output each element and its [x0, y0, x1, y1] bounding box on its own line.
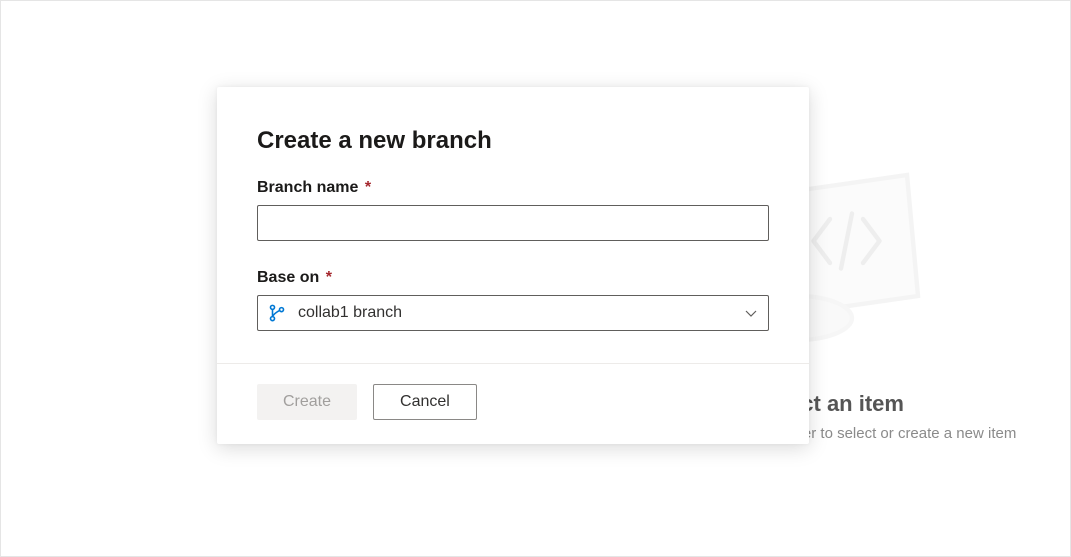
required-marker: * — [326, 269, 332, 286]
base-on-label: Base on * — [257, 269, 769, 287]
dialog-title: Create a new branch — [257, 127, 769, 155]
branch-icon — [268, 304, 286, 322]
base-on-field: Base on * collab1 branch — [257, 269, 769, 331]
branch-name-input[interactable] — [257, 205, 769, 241]
dialog-body: Create a new branch Branch name * Base o… — [217, 87, 809, 363]
cancel-button[interactable]: Cancel — [373, 384, 477, 420]
dialog-footer: Create Cancel — [217, 363, 809, 444]
branch-name-label: Branch name * — [257, 179, 769, 197]
branch-name-field: Branch name * — [257, 179, 769, 241]
chevron-down-icon — [744, 306, 758, 320]
create-button[interactable]: Create — [257, 384, 357, 420]
base-on-dropdown[interactable]: collab1 branch — [257, 295, 769, 331]
base-on-value: collab1 branch — [298, 304, 744, 322]
branch-name-label-text: Branch name — [257, 179, 358, 196]
base-on-label-text: Base on — [257, 269, 319, 286]
create-branch-dialog: Create a new branch Branch name * Base o… — [217, 87, 809, 444]
required-marker: * — [365, 179, 371, 196]
